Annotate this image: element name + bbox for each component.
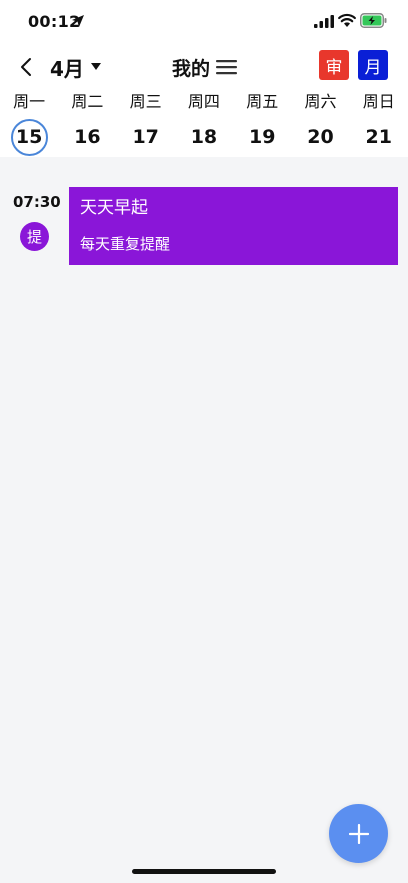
event-subtitle: 每天重复提醒 [80,235,171,253]
weekday-label: 周一 [13,92,46,111]
signal-icon [314,15,334,28]
wifi-icon [338,13,356,27]
date-number: 20 [307,126,334,148]
date-number: 16 [74,126,101,148]
weekday-label: 周四 [187,92,220,111]
event-card[interactable]: 天天早起 每天重复提醒 [69,187,398,265]
shen-view-button[interactable]: 审 [319,50,349,80]
date-number: 17 [132,126,159,148]
reminder-badge: 提 [20,222,49,251]
date-number: 21 [365,126,392,148]
month-selector[interactable]: 4月 [50,54,101,81]
location-arrow-icon [72,15,84,27]
weekday-label: 周五 [246,92,279,111]
header-area: 00:12 4月 我的 审 月 周一 周二 周三 周四 周五 周六 周日 15 … [0,0,408,157]
week-dates: 15 16 17 18 19 20 21 [0,118,408,156]
chevron-left-icon [21,58,31,76]
weekday-label: 周二 [71,92,104,111]
date-cell[interactable]: 17 [117,118,175,156]
back-button[interactable] [14,54,38,80]
weekday-label: 周日 [362,92,395,111]
weekday-label: 周三 [129,92,162,111]
date-cell-selected[interactable]: 15 [0,118,58,156]
event-time: 07:30 [13,193,61,211]
event-title: 天天早起 [80,198,148,218]
weekday-label: 周六 [304,92,337,111]
plus-icon [348,823,369,844]
weekday-header: 周一 周二 周三 周四 周五 周六 周日 [0,88,408,116]
home-indicator[interactable] [132,869,276,874]
date-cell[interactable]: 18 [175,118,233,156]
date-number: 15 [10,118,48,156]
date-number: 19 [248,126,276,148]
add-event-button[interactable] [329,804,388,863]
date-cell[interactable]: 16 [58,118,116,156]
page-title: 我的 [172,57,211,80]
date-cell[interactable]: 21 [350,118,408,156]
month-label: 4月 [50,56,84,81]
calendar-title-menu[interactable]: 我的 [172,54,238,80]
battery-charging-icon [360,13,387,28]
caret-down-icon [90,63,101,70]
date-cell[interactable]: 19 [233,118,291,156]
month-view-button[interactable]: 月 [358,50,388,80]
date-cell[interactable]: 20 [291,118,349,156]
menu-icon [216,60,238,75]
date-number: 18 [190,126,218,148]
